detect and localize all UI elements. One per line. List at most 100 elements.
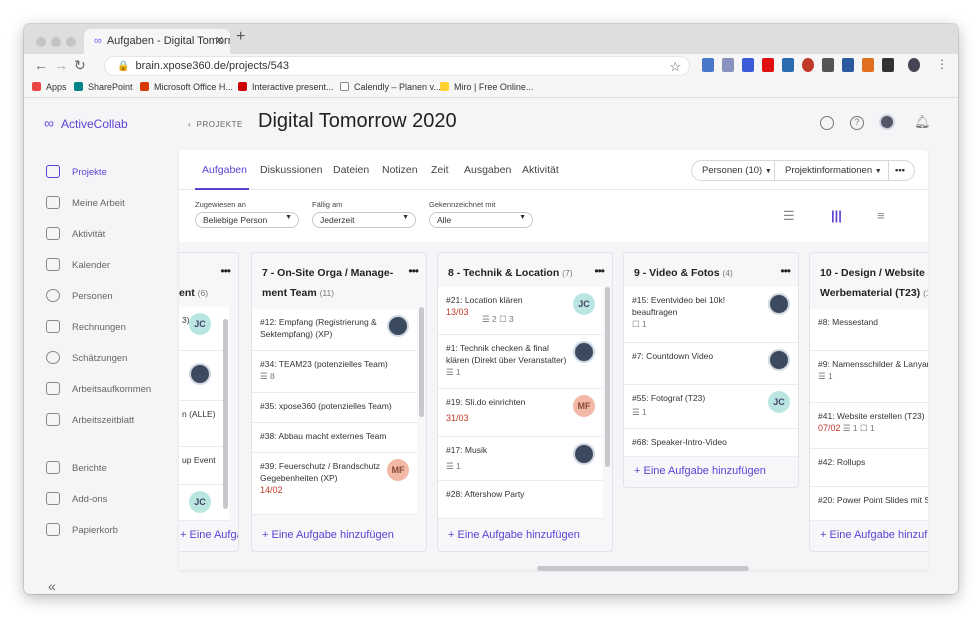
sidebar-item-meine-arbeit[interactable]: Meine Arbeit — [46, 196, 125, 209]
new-tab-icon[interactable]: + — [236, 28, 245, 46]
close-tab-icon[interactable]: ✕ — [215, 34, 224, 47]
back-arrow-icon[interactable]: ← — [34, 57, 48, 73]
people-button[interactable]: Personen (10) ▼ — [691, 160, 775, 181]
sidebar-item-arbeitszeitblatt[interactable]: Arbeitszeitblatt — [46, 413, 134, 426]
task-card[interactable]: #20: Power Point Slides mit Sponsoren — [810, 487, 928, 521]
add-task-link[interactable]: + Eine Aufgabe hinzufügen — [448, 529, 580, 541]
bookmark-office[interactable]: Microsoft Office H... — [140, 82, 233, 92]
column-scrollbar[interactable] — [419, 307, 424, 417]
project-info-button[interactable]: Projektinformationen ▼ — [775, 160, 889, 181]
sidebar-item-berichte[interactable]: Berichte — [46, 461, 107, 474]
extension-icon[interactable] — [802, 58, 814, 72]
add-task-link[interactable]: + Eine Aufgabe hinzufügen — [634, 465, 766, 477]
columns-view-icon[interactable]: ||| — [831, 208, 842, 223]
sidebar-item-arbeitsaufkommen[interactable]: Arbeitsaufkommen — [46, 382, 151, 395]
task-card[interactable]: #38: Abbau macht externes Team — [252, 423, 417, 453]
browser-tab[interactable]: ∞ Aufgaben - Digital Tomorrow 2020 ✕ — [84, 29, 230, 54]
extension-icon[interactable] — [702, 58, 714, 72]
task-card[interactable]: #28: Aftershow Party — [438, 481, 603, 519]
labels-select[interactable]: Alle ▼ — [429, 212, 533, 228]
tab-aktivitaet[interactable]: Aktivität — [522, 164, 559, 176]
bookmark-interactive[interactable]: Interactive present... — [238, 82, 334, 92]
add-task-link[interactable]: + Eine Aufgabe hinzufügen — [820, 529, 928, 541]
brand-logo[interactable]: ∞ ActiveCollab — [44, 115, 128, 131]
timeline-view-icon[interactable]: ≡ — [877, 208, 885, 223]
task-card[interactable]: #41: Website erstellen (T23) 07/02 ☰ 1 ☐ … — [810, 403, 928, 449]
bookmark-star-icon[interactable]: ☆ — [669, 59, 681, 75]
tab-diskussionen[interactable]: Diskussionen — [260, 164, 322, 176]
column-menu-icon[interactable]: ••• — [408, 261, 419, 281]
task-card[interactable]: #17: Musik ☰ 1 — [438, 437, 603, 481]
extension-icon[interactable] — [862, 58, 874, 72]
bookmark-calendly[interactable]: Calendly – Planen v... — [340, 82, 441, 92]
task-card[interactable]: #15: Eventvideo bei 10k! beauftragen ☐ 1 — [624, 287, 798, 343]
extension-icon[interactable] — [882, 58, 894, 72]
formula-extension-icon[interactable] — [822, 58, 834, 72]
sidebar-item-add-ons[interactable]: Add-ons — [46, 492, 107, 505]
task-card[interactable]: #7: Countdown Video — [624, 343, 798, 385]
tab-ausgaben[interactable]: Ausgaben — [464, 164, 511, 176]
task-card[interactable]: #42: Rollups — [810, 449, 928, 487]
tab-zeit[interactable]: Zeit — [431, 164, 449, 176]
column-menu-icon[interactable]: ••• — [780, 261, 791, 281]
more-options-button[interactable]: ••• — [889, 160, 915, 181]
avatar[interactable] — [879, 114, 895, 130]
bookmark-apps[interactable]: Apps — [32, 82, 67, 92]
task-card[interactable]: #55: Fotograf (T23) ☰ 1 JC — [624, 385, 798, 429]
task-card[interactable]: #34: TEAM23 (potenzielles Team) ☰ 8 — [252, 351, 417, 393]
sidebar-item-schaetzungen[interactable]: Schätzungen — [46, 351, 127, 364]
task-card[interactable]: #9: Namensschilder & Lanyar (T23) ☰ 1 — [810, 351, 928, 403]
task-card[interactable]: #12: Empfang (Registrierung & Sektempfan… — [252, 309, 417, 351]
column-scrollbar[interactable] — [223, 319, 228, 509]
sidebar-item-personen[interactable]: Personen — [46, 289, 113, 302]
bell-icon[interactable]: 🔔︎ — [914, 114, 931, 130]
add-task-link[interactable]: + Eine Aufgabe hinzufügen — [180, 529, 238, 541]
extension-icon[interactable] — [842, 58, 854, 72]
task-card[interactable]: up Event — [179, 447, 229, 485]
sidebar-item-papierkorb[interactable]: Papierkorb — [46, 523, 118, 536]
sidebar-item-rechnungen[interactable]: Rechnungen — [46, 320, 126, 333]
task-card[interactable]: #1: Technik checken & final klären (Dire… — [438, 335, 603, 389]
task-card[interactable]: #39: Feuerschutz / Brandschutz Gegebenhe… — [252, 453, 417, 515]
extension-icon[interactable] — [782, 58, 794, 72]
extension-icon[interactable] — [742, 58, 754, 72]
avatar: JC — [768, 391, 790, 413]
column-menu-icon[interactable]: ••• — [594, 261, 605, 281]
tab-aufgaben[interactable]: Aufgaben — [202, 164, 247, 176]
task-card[interactable]: #35: xpose360 (potenzielles Team) — [252, 393, 417, 423]
list-view-icon[interactable]: ☰ — [783, 208, 795, 224]
column-menu-icon[interactable]: ••• — [220, 261, 231, 281]
extension-icon[interactable] — [762, 58, 774, 72]
forward-arrow-icon[interactable]: → — [54, 57, 68, 73]
search-icon[interactable] — [820, 116, 834, 130]
task-card[interactable]: 3) JC — [179, 307, 229, 351]
sidebar-item-kalender[interactable]: Kalender — [46, 258, 110, 271]
collapse-sidebar-icon[interactable]: « — [48, 578, 56, 594]
sidebar-item-aktivitaet[interactable]: Aktivität — [46, 227, 105, 240]
bookmark-sharepoint[interactable]: SharePoint — [74, 82, 133, 92]
task-card[interactable]: #8: Messestand — [810, 309, 928, 351]
tab-dateien[interactable]: Dateien — [333, 164, 369, 176]
url-field[interactable]: 🔒 brain.xpose360.de/projects/543 ☆ — [104, 56, 690, 76]
sidebar-item-projekte[interactable]: Projekte — [46, 165, 107, 178]
assignee-select[interactable]: Beliebige Person ▼ — [195, 212, 299, 228]
task-card[interactable]: #21: Location klären 13/03 ☰ 2 ☐ 3 JC — [438, 287, 603, 335]
back-to-projects[interactable]: ‹ PROJEKTE — [188, 120, 243, 129]
window-controls[interactable] — [36, 34, 81, 52]
bookmark-miro[interactable]: Miro | Free Online... — [440, 82, 533, 92]
due-select[interactable]: Jederzeit ▼ — [312, 212, 416, 228]
board-horizontal-scrollbar[interactable] — [537, 566, 749, 571]
help-icon[interactable]: ? — [850, 116, 864, 130]
profile-avatar-icon[interactable] — [908, 58, 920, 72]
task-card[interactable] — [179, 351, 229, 401]
column-scrollbar[interactable] — [605, 287, 610, 467]
add-task-link[interactable]: + Eine Aufgabe hinzufügen — [262, 529, 394, 541]
browser-menu-icon[interactable]: ⋮ — [936, 57, 948, 71]
php-extension-icon[interactable] — [722, 58, 734, 72]
tab-notizen[interactable]: Notizen — [382, 164, 418, 176]
task-card[interactable]: JC — [179, 485, 229, 521]
task-card[interactable]: n (ALLE) — [179, 401, 229, 447]
task-card[interactable]: #19: Sli.do einrichten 31/03 MF — [438, 389, 603, 437]
task-card[interactable]: #68: Speaker-Intro-Video — [624, 429, 798, 457]
reload-icon[interactable]: ↻ — [74, 57, 86, 74]
